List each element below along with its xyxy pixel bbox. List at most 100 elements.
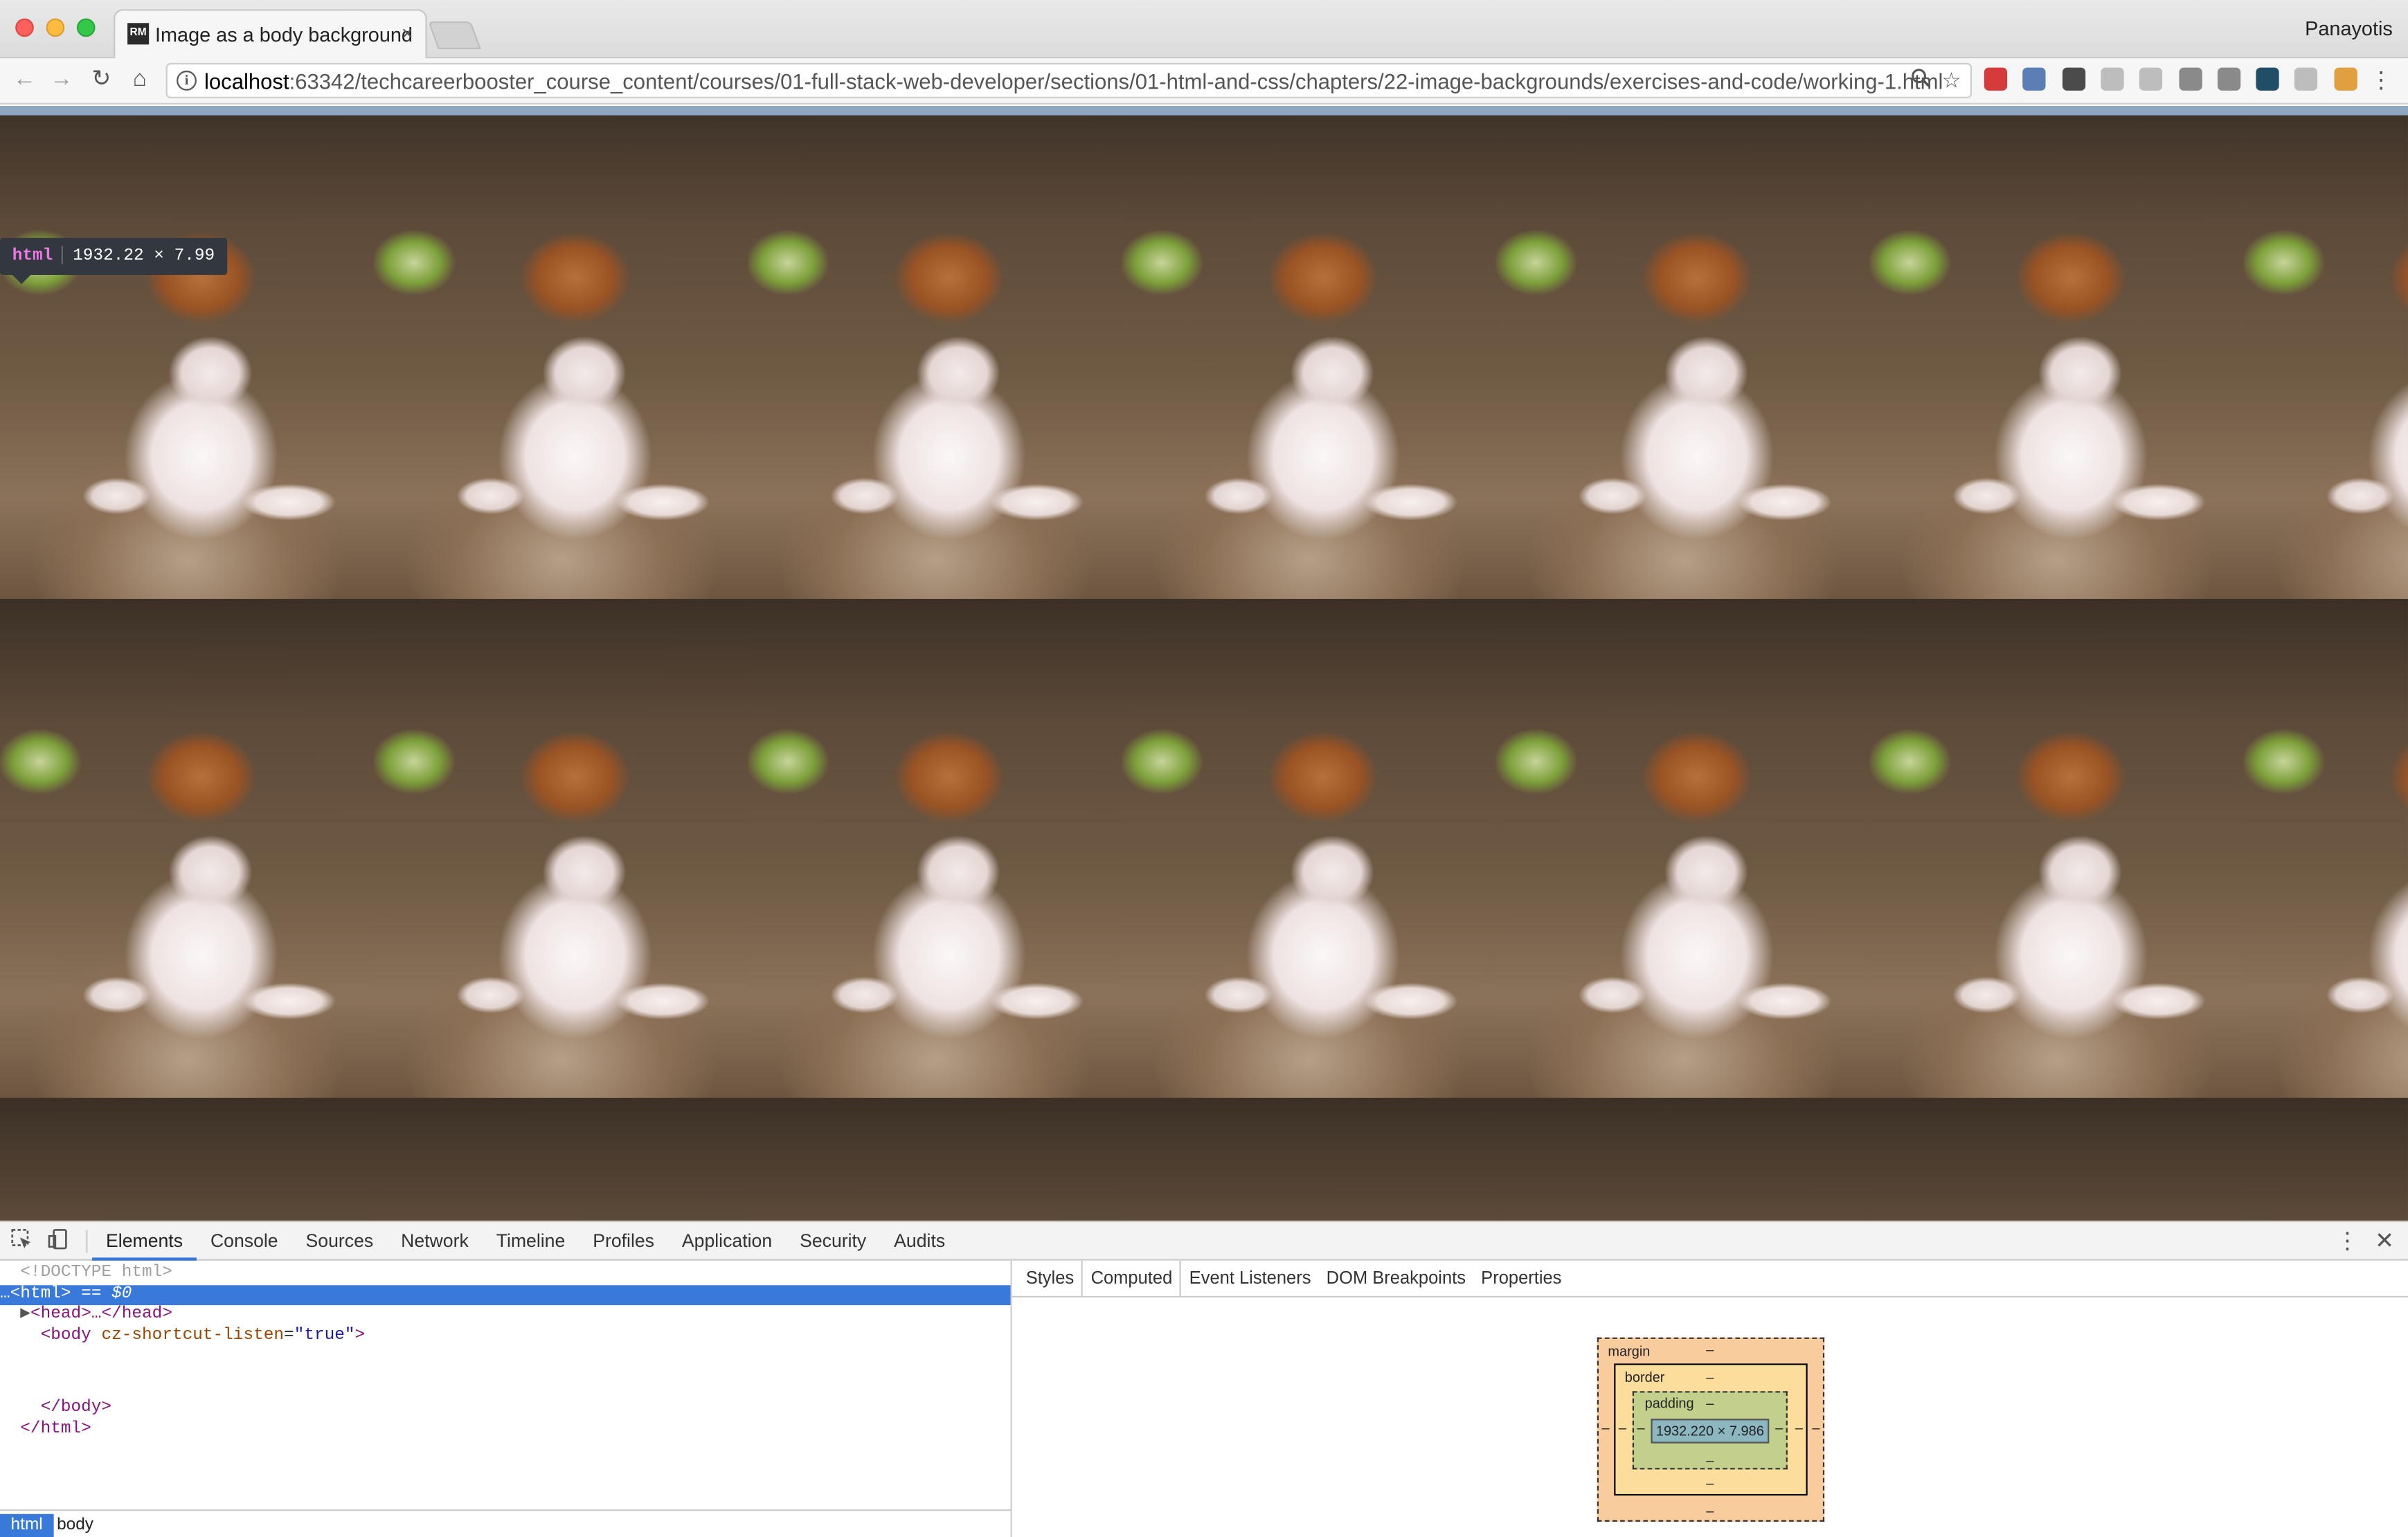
head-tag: <head>…</head> (30, 1305, 172, 1324)
browser-menu-icon[interactable]: ⋮ (2370, 66, 2393, 94)
extension-icon[interactable] (2256, 67, 2279, 91)
tab-profiles[interactable]: Profiles (579, 1222, 668, 1260)
expand-triangle-icon[interactable]: ▶ (20, 1305, 30, 1324)
page-viewport-tiled-background: html 1932.22 × 7.99 (0, 106, 2408, 1221)
breadcrumb: html body (0, 1509, 1011, 1537)
elements-dom-tree: <!DOCTYPE html> …<html> == $0 ▶<head>…</… (0, 1261, 1011, 1507)
doctype-line[interactable]: <!DOCTYPE html> (0, 1264, 1011, 1284)
body-attr-value: "true" (294, 1326, 355, 1345)
url-text: localhost:63342/techcareerbooster_course… (204, 69, 1943, 93)
html-close-tag: </html> (20, 1419, 91, 1438)
html-close-node[interactable]: </html> (0, 1419, 1011, 1440)
box-model-padding: padding – – – – 1932.220 × 7.986 (1632, 1391, 1788, 1470)
tab-sources[interactable]: Sources (292, 1222, 388, 1260)
margin-label: margin (1608, 1343, 1651, 1359)
sidebar-tab-computed[interactable]: Computed (1081, 1260, 1182, 1296)
tooltip-separator (62, 246, 64, 264)
padding-label: padding (1644, 1395, 1694, 1412)
padding-right-value[interactable]: – (1775, 1420, 1783, 1435)
body-close-node[interactable]: </body> (0, 1399, 1011, 1419)
element-inspect-tooltip: html 1932.22 × 7.99 (0, 237, 227, 275)
margin-right-value[interactable]: – (1812, 1420, 1820, 1435)
box-model-content-size[interactable]: 1932.220 × 7.986 (1651, 1419, 1770, 1444)
close-window-button[interactable] (15, 18, 34, 37)
close-tab-icon[interactable]: × (402, 21, 413, 44)
devtools-toolbar-separator (86, 1230, 88, 1253)
tab-audits[interactable]: Audits (880, 1222, 959, 1260)
device-toolbar-icon[interactable] (46, 1228, 71, 1252)
reload-icon[interactable]: ↻ (86, 64, 116, 95)
bookmark-star-icon[interactable]: ☆ (1942, 68, 1961, 94)
head-node[interactable]: ▶<head>…</head> (0, 1305, 1011, 1326)
forward-arrow-icon[interactable]: → (46, 64, 77, 95)
padding-left-value[interactable]: – (1637, 1420, 1644, 1435)
body-node[interactable]: <body cz-shortcut-listen="true"> (0, 1326, 1011, 1347)
extension-icon[interactable] (2022, 67, 2047, 91)
maximize-window-button[interactable] (76, 18, 96, 37)
breadcrumb-body[interactable]: body (46, 1514, 105, 1537)
html-open-tag: <html> (10, 1284, 71, 1303)
margin-left-value[interactable]: – (1601, 1420, 1609, 1435)
border-bottom-value[interactable]: – (1706, 1475, 1714, 1491)
border-label: border (1624, 1369, 1665, 1385)
tab-favicon-icon: RM (127, 23, 150, 45)
sidebar-tab-properties[interactable]: Properties (1473, 1261, 1569, 1296)
screen: RM Image as a body background × Panayoti… (0, 0, 2408, 1537)
minimize-window-button[interactable] (46, 18, 65, 37)
body-close-tag: </body> (40, 1399, 112, 1418)
box-model-margin: margin – – – – border – – – – padding – … (1597, 1337, 1825, 1522)
body-attr-name: cz-shortcut-listen (101, 1326, 285, 1345)
sidebar-tab-event-listeners[interactable]: Event Listeners (1182, 1261, 1319, 1296)
border-left-value[interactable]: – (1619, 1420, 1626, 1435)
back-arrow-icon[interactable]: ← (9, 64, 39, 95)
home-icon[interactable]: ⌂ (125, 64, 155, 95)
new-tab-button[interactable] (428, 21, 481, 49)
devtools-tabs: Elements Console Sources Network Timeline Pro… (92, 1222, 959, 1261)
window-titlebar: RM Image as a body background × Panayoti… (0, 0, 2408, 59)
extension-icon[interactable] (2294, 67, 2318, 91)
devtools-sidebar: Styles Computed Event Listeners DOM Breakpo… (1012, 1260, 2408, 1537)
sidebar-tabs: Styles Computed Event Listeners DOM Breakpo… (1012, 1260, 2408, 1298)
tab-network[interactable]: Network (387, 1222, 483, 1260)
browser-toolbar: ← → ↻ ⌂ i localhost:63342/techcareerboos… (0, 58, 2408, 105)
tooltip-size: 1932.22 × 7.99 (73, 247, 215, 266)
sidebar-tab-styles[interactable]: Styles (1018, 1261, 1082, 1296)
box-model-border: border – – – – padding – – – – 1932.220 … (1614, 1363, 1808, 1496)
extension-icon[interactable] (2139, 67, 2163, 91)
padding-bottom-value[interactable]: – (1706, 1453, 1714, 1468)
browser-tab[interactable]: RM Image as a body background × (114, 9, 427, 59)
tab-application[interactable]: Application (668, 1222, 786, 1260)
devtools-menu-icon[interactable]: ⋮ (2336, 1227, 2359, 1255)
zoom-icon[interactable] (1910, 68, 1930, 92)
url-path: :63342/techcareerbooster_course_content/… (289, 69, 1943, 94)
address-bar[interactable]: i localhost:63342/techcareerbooster_cour… (165, 62, 1973, 98)
body-open-tag: <body (40, 1326, 91, 1345)
extension-icon[interactable] (1984, 67, 2008, 91)
extension-icon[interactable] (2178, 67, 2202, 91)
margin-bottom-value[interactable]: – (1706, 1503, 1714, 1518)
tab-elements[interactable]: Elements (92, 1222, 197, 1261)
border-right-value[interactable]: – (1795, 1420, 1803, 1435)
url-host: localhost (204, 69, 289, 94)
tab-security[interactable]: Security (786, 1222, 880, 1260)
tab-timeline[interactable]: Timeline (483, 1222, 579, 1260)
extension-icon[interactable] (2333, 67, 2357, 91)
html-node-selected[interactable]: …<html> == $0 (0, 1284, 1011, 1306)
extension-icon[interactable] (2217, 67, 2240, 91)
site-info-icon[interactable]: i (177, 71, 197, 91)
extension-icon[interactable] (2101, 67, 2124, 91)
padding-top-value[interactable]: – (1706, 1396, 1714, 1411)
border-top-value[interactable]: – (1706, 1369, 1714, 1385)
devtools-tabbar: Elements Console Sources Network Timeline Pro… (0, 1222, 2408, 1261)
tooltip-arrow (12, 274, 31, 285)
margin-top-value[interactable]: – (1706, 1342, 1714, 1357)
inspect-element-icon[interactable] (9, 1228, 33, 1252)
doctype: <!DOCTYPE html> (20, 1264, 172, 1282)
sidebar-tab-dom-breakpoints[interactable]: DOM Breakpoints (1319, 1261, 1474, 1296)
extension-icon[interactable] (2062, 67, 2085, 91)
devtools-panel: Elements Console Sources Network Timeline Pro… (0, 1221, 2408, 1537)
tab-console[interactable]: Console (197, 1222, 292, 1260)
close-devtools-icon[interactable]: ✕ (2375, 1227, 2394, 1255)
tab-title: Image as a body background (155, 23, 413, 46)
profile-name[interactable]: Panayotis (2305, 17, 2393, 39)
